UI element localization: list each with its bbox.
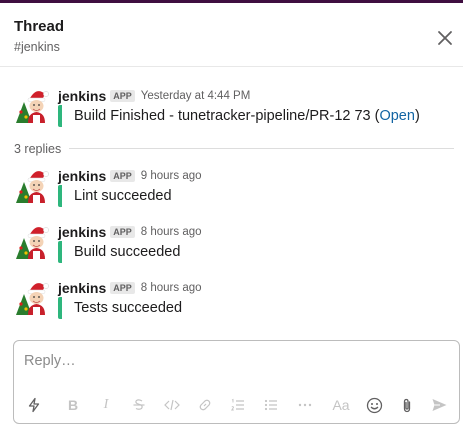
build-finished-text: Build Finished - tunetracker-pipeline/PR… — [74, 108, 380, 124]
reply-message-attachment: Tests succeeded — [58, 297, 182, 319]
reply-text: Tests succeeded — [74, 300, 183, 316]
jenkins-avatar[interactable] — [12, 278, 50, 316]
send-icon[interactable] — [429, 395, 449, 415]
open-link[interactable]: Open — [379, 108, 414, 124]
ordered-list-icon[interactable] — [228, 395, 248, 415]
reply-message-header: jenkins APP 8 hours ago — [58, 223, 202, 240]
reply-input[interactable] — [14, 341, 459, 381]
message-timestamp[interactable]: 8 hours ago — [141, 282, 202, 294]
reply-message-header: jenkins APP 8 hours ago — [58, 279, 202, 296]
replies-count: 3 replies — [14, 142, 70, 156]
app-badge: APP — [110, 89, 135, 102]
sender-name[interactable]: jenkins — [58, 224, 106, 240]
sender-name[interactable]: jenkins — [58, 168, 106, 184]
more-icon[interactable] — [295, 395, 315, 415]
message-timestamp[interactable]: 9 hours ago — [141, 170, 202, 182]
lightning-icon[interactable] — [24, 395, 44, 415]
sender-name[interactable]: jenkins — [58, 88, 106, 104]
jenkins-avatar[interactable] — [12, 86, 50, 124]
text-format-icon[interactable]: Aa — [330, 395, 352, 415]
parent-message-header: jenkins APP Yesterday at 4:44 PM — [58, 87, 251, 104]
divider-line — [14, 148, 454, 149]
reply-text: Lint succeeded — [74, 188, 172, 204]
bold-glyph: B — [67, 397, 79, 413]
close-icon[interactable] — [434, 27, 456, 49]
code-icon[interactable] — [162, 395, 182, 415]
italic-icon[interactable]: I — [96, 395, 116, 415]
reply-message-attachment: Build succeeded — [58, 241, 180, 263]
composer-toolbar: B I Aa — [14, 393, 459, 417]
reply-composer: B I Aa — [13, 340, 460, 424]
thread-header: Thread #jenkins — [0, 3, 463, 67]
message-timestamp[interactable]: Yesterday at 4:44 PM — [141, 90, 251, 102]
jenkins-avatar[interactable] — [12, 222, 50, 260]
reply-message-attachment: Lint succeeded — [58, 185, 172, 207]
jenkins-avatar[interactable] — [12, 166, 50, 204]
bulleted-list-icon[interactable] — [261, 395, 281, 415]
thread-channel-name[interactable]: #jenkins — [14, 40, 60, 54]
replies-divider: 3 replies — [14, 140, 454, 156]
closing-paren: ) — [414, 108, 420, 124]
app-badge: APP — [110, 281, 135, 294]
app-badge: APP — [110, 169, 135, 182]
format-glyph: Aa — [332, 397, 350, 413]
link-icon[interactable] — [195, 395, 215, 415]
bold-icon[interactable]: B — [63, 395, 83, 415]
app-badge: APP — [110, 225, 135, 238]
reply-text: Build succeeded — [74, 244, 181, 260]
message-timestamp[interactable]: 8 hours ago — [141, 226, 202, 238]
strikethrough-icon[interactable] — [129, 395, 149, 415]
attachment-icon[interactable] — [397, 395, 417, 415]
sender-name[interactable]: jenkins — [58, 280, 106, 296]
italic-glyph: I — [103, 397, 109, 412]
thread-title: Thread — [14, 18, 65, 35]
parent-message-attachment: Build Finished - tunetracker-pipeline/PR… — [58, 105, 420, 127]
emoji-icon[interactable] — [364, 395, 384, 415]
reply-message-header: jenkins APP 9 hours ago — [58, 167, 202, 184]
